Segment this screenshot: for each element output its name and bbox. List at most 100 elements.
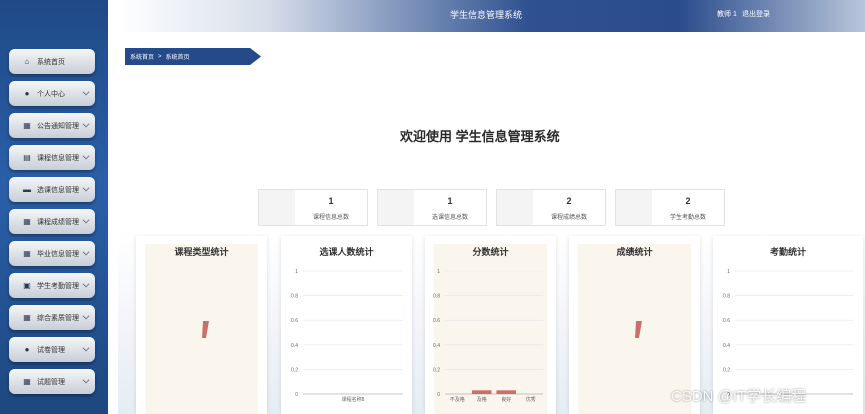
watermark: CSDN @IT学长编程 xyxy=(671,388,807,405)
chart-card-course-type: 课程类型统计 xyxy=(136,236,267,414)
stat-value: 2 xyxy=(685,196,691,206)
sidebar-item-9[interactable]: ● 试卷管理 xyxy=(9,337,95,362)
y-tick-label: 0.8 xyxy=(433,294,440,300)
y-tick-label: 1 xyxy=(727,269,730,275)
sidebar-item-label: 公告通知管理 xyxy=(37,122,79,130)
sidebar-item-label: 课程成绩管理 xyxy=(37,218,79,226)
chart-enrollment: 0 0.2 0.4 0.6 0.8 1 课程名称8 xyxy=(291,269,403,403)
y-tick-label: 0.2 xyxy=(723,367,730,373)
sidebar-item-4[interactable]: ▬ 选课信息管理 xyxy=(9,177,95,202)
grid-icon: ▦ xyxy=(23,121,31,130)
pie-slice xyxy=(635,321,642,338)
grid-icon: ▦ xyxy=(23,377,31,386)
chevron-down-icon xyxy=(82,120,90,128)
sidebar-item-label: 毕业信息管理 xyxy=(37,250,79,258)
chart-scores: 0 0.2 0.4 0.6 0.8 1 不及格 及格 良好 优秀 xyxy=(433,269,543,403)
user-icon: ● xyxy=(24,89,30,98)
stat-card-course-grades: 2 课程成绩总数 xyxy=(496,189,606,226)
sidebar-item-label: 综合素质管理 xyxy=(37,314,79,322)
y-tick-label: 0.4 xyxy=(291,343,298,349)
stat-card-course-info: 1 课程信息总数 xyxy=(258,189,368,226)
y-tick-label: 0.2 xyxy=(433,367,440,373)
sidebar-item-0[interactable]: ⌂ 系统首页 xyxy=(9,49,95,74)
user-icon: ● xyxy=(24,345,30,354)
stat-label: 课程信息总数 xyxy=(312,215,349,221)
stat-card-attendance: 2 学生考勤总数 xyxy=(615,189,725,226)
chart-title: 考勤统计 xyxy=(769,247,806,257)
stat-icon xyxy=(259,190,295,225)
bar xyxy=(496,390,517,394)
x-tick-label: 优秀 xyxy=(526,396,536,403)
app-title: 学生信息管理系统 xyxy=(450,10,523,20)
welcome-heading: 欢迎使用 学生信息管理系统 xyxy=(400,129,560,144)
y-tick-label: 1 xyxy=(437,269,440,275)
chevron-down-icon xyxy=(82,280,90,288)
chevron-down-icon xyxy=(82,376,90,384)
chevron-down-icon xyxy=(82,248,90,256)
breadcrumb-separator: > xyxy=(158,53,162,60)
sidebar-item-6[interactable]: ▦ 毕业信息管理 xyxy=(9,241,95,266)
folder-icon: ▬ xyxy=(23,185,31,194)
pie-slice xyxy=(202,321,209,338)
chart-card-scores: 0 0.2 0.4 0.6 0.8 1 不及格 及格 良好 优秀 分数统计 xyxy=(425,236,556,414)
y-tick-label: 1 xyxy=(295,269,298,275)
chevron-down-icon xyxy=(82,152,90,160)
stat-icon xyxy=(378,190,414,225)
sidebar-item-5[interactable]: ▦ 课程成绩管理 xyxy=(9,209,95,234)
bar xyxy=(471,390,492,394)
stat-icon xyxy=(497,190,533,225)
x-tick-label: 及格 xyxy=(477,396,487,403)
chart-course-type xyxy=(202,321,209,338)
chart-title: 选课人数统计 xyxy=(319,247,374,257)
breadcrumb-current: 系统首页 xyxy=(165,55,190,61)
grid-icon: ▦ xyxy=(23,313,31,322)
header-bar: 学生信息管理系统 教师 1 退出登录 xyxy=(118,0,865,32)
printer-icon: ▣ xyxy=(23,281,31,290)
sidebar-item-label: 选课信息管理 xyxy=(37,186,79,194)
x-tick-label: 课程名称8 xyxy=(342,396,365,403)
sidebar-item-1[interactable]: ● 个人中心 xyxy=(9,81,95,106)
stat-label: 课程成绩总数 xyxy=(550,215,587,221)
stat-label: 选课信息总数 xyxy=(431,215,468,221)
sidebar-item-3[interactable]: ▤ 课程信息管理 xyxy=(9,145,95,170)
breadcrumb: 系统首页 > 系统首页 xyxy=(125,48,261,65)
stat-value: 2 xyxy=(566,196,572,206)
y-tick-label: 0.8 xyxy=(291,294,298,300)
stat-value: 1 xyxy=(447,196,453,206)
y-tick-label: 0 xyxy=(295,392,298,398)
home-icon: ⌂ xyxy=(24,57,30,66)
stat-card-course-selection: 1 选课信息总数 xyxy=(377,189,487,226)
chevron-down-icon xyxy=(82,88,90,96)
y-tick-label: 0.4 xyxy=(723,343,730,349)
sidebar-item-10[interactable]: ▦ 试题管理 xyxy=(9,369,95,394)
chevron-down-icon xyxy=(82,184,90,192)
sidebar: ⌂ 系统首页 ● 个人中心 ▦ 公告通知管理 ▤ 课程信息管理 ▬ 选课信息管理 ▦ 课程成绩管理 ▦ 毕… xyxy=(0,0,108,414)
sidebar-item-label: 课程信息管理 xyxy=(37,154,79,162)
y-tick-label: 0.4 xyxy=(433,343,440,349)
sidebar-item-label: 试题管理 xyxy=(37,378,65,386)
breadcrumb-home[interactable]: 系统首页 xyxy=(130,52,154,61)
chevron-down-icon xyxy=(82,312,90,320)
chevron-down-icon xyxy=(82,216,90,224)
x-tick-label: 不及格 xyxy=(450,396,465,403)
y-tick-label: 0 xyxy=(437,392,440,398)
sidebar-item-label: 试卷管理 xyxy=(37,346,65,354)
y-tick-label: 0.6 xyxy=(291,318,298,324)
sidebar-item-2[interactable]: ▦ 公告通知管理 xyxy=(9,113,95,138)
chart-title: 成绩统计 xyxy=(616,247,653,257)
logout-link[interactable]: 退出登录 xyxy=(742,9,770,19)
sidebar-item-8[interactable]: ▦ 综合素质管理 xyxy=(9,305,95,330)
stat-icon xyxy=(616,190,652,225)
current-user: 教师 1 xyxy=(717,11,737,18)
chart-title: 分数统计 xyxy=(472,247,509,257)
chart-card-enrollment: 0 0.2 0.4 0.6 0.8 1 课程名称8 选课人数统计 xyxy=(281,236,412,414)
stat-label: 学生考勤总数 xyxy=(669,215,706,221)
stat-value: 1 xyxy=(328,196,334,206)
grid-icon: ▦ xyxy=(23,249,31,258)
y-tick-label: 0.6 xyxy=(433,318,440,324)
chevron-down-icon xyxy=(82,344,90,352)
sidebar-item-7[interactable]: ▣ 学生考勤管理 xyxy=(9,273,95,298)
chart-title: 课程类型统计 xyxy=(174,247,229,257)
y-tick-label: 0.8 xyxy=(723,294,730,300)
x-tick-label: 良好 xyxy=(501,396,511,403)
